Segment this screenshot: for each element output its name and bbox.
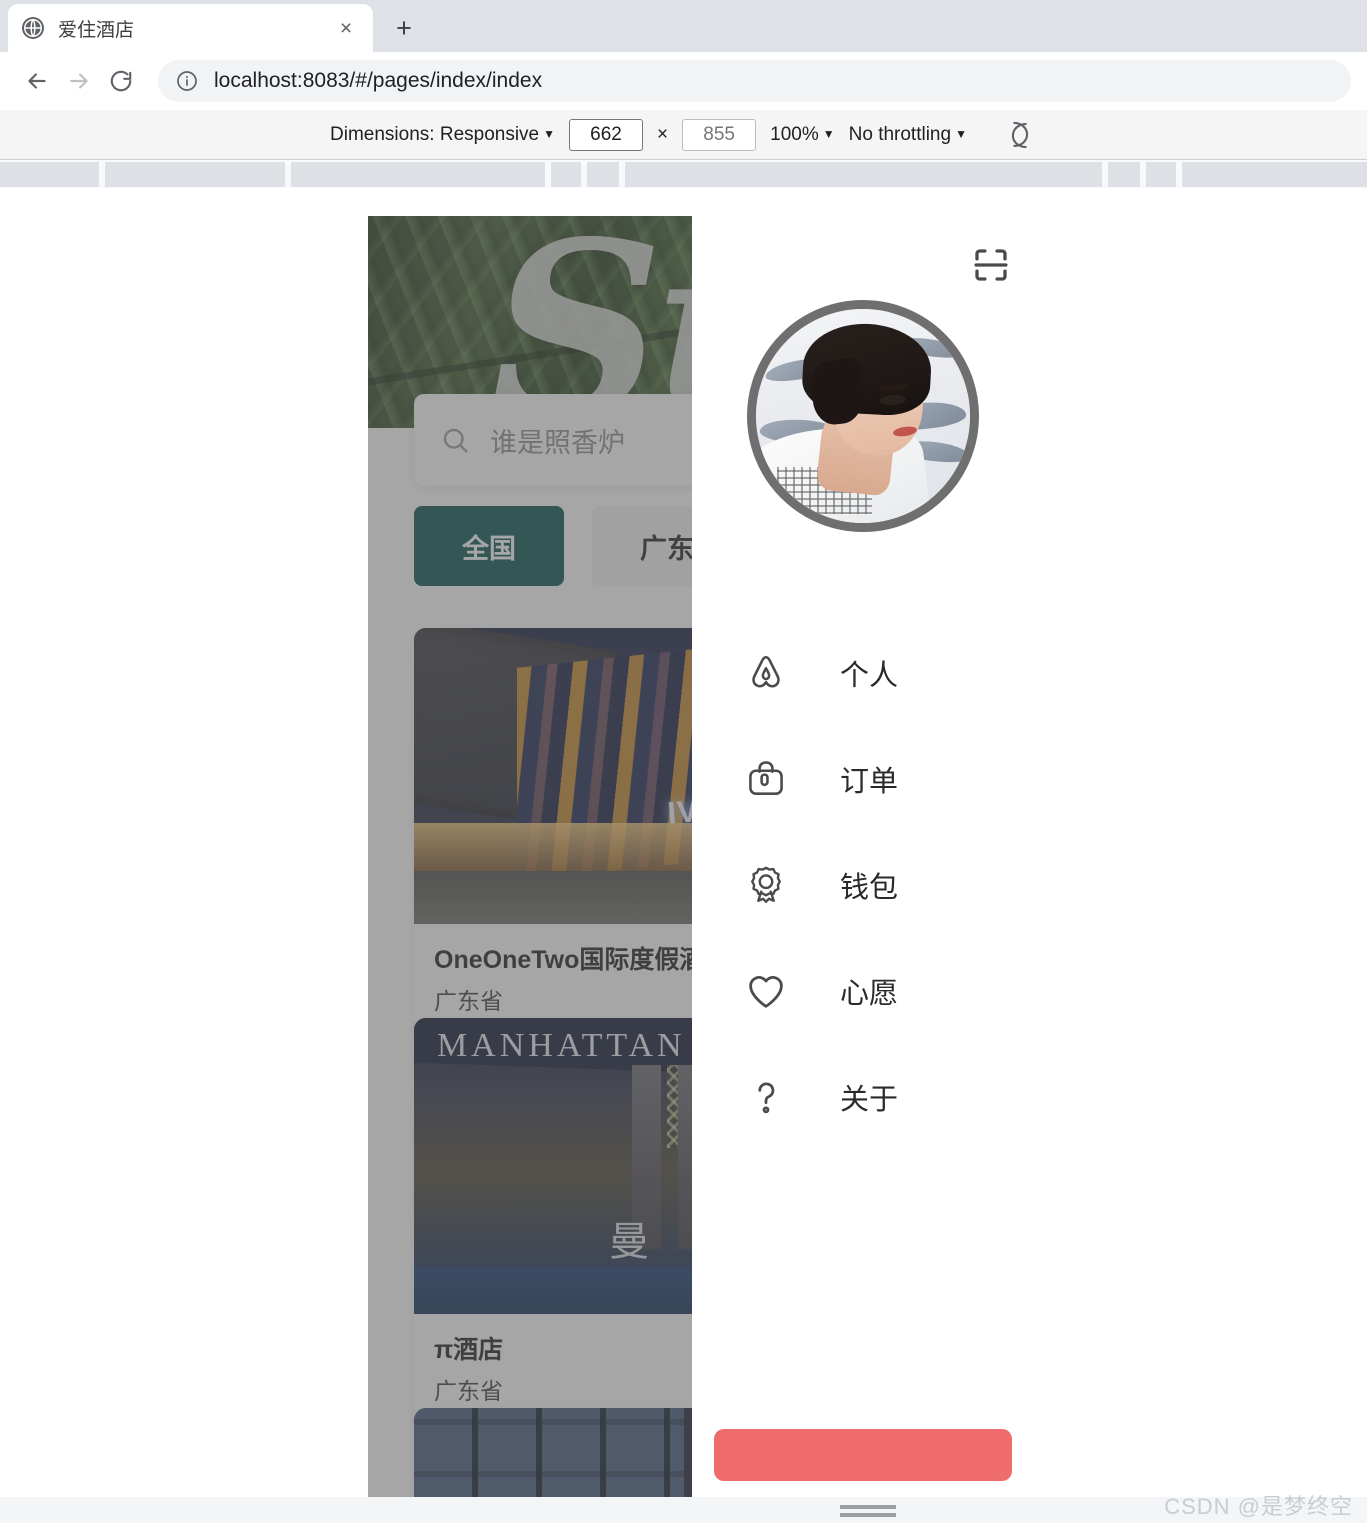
dimensions-label: Dimensions: Responsive <box>330 123 540 145</box>
zoom-level: 100% <box>770 123 819 145</box>
watermark: CSDN @是梦终空 <box>1164 1494 1353 1519</box>
briefcase-order-icon <box>744 757 788 801</box>
rotate-device-icon[interactable] <box>1003 118 1037 152</box>
hotel-photo-signtext: MANHATTAN <box>436 1026 686 1064</box>
device-home-bar: CSDN @是梦终空 <box>0 1494 1367 1523</box>
chevron-down-icon: ▼ <box>955 126 967 141</box>
close-icon[interactable]: × <box>333 15 359 41</box>
new-tab-button[interactable]: + <box>385 10 423 46</box>
medal-wallet-icon <box>744 863 788 907</box>
throttling-dropdown[interactable]: No throttling ▼ <box>849 124 967 146</box>
filter-chip-nationwide[interactable]: 全国 <box>414 506 564 586</box>
home-indicator[interactable] <box>840 1505 896 1517</box>
belo-person-icon <box>744 651 788 695</box>
user-avatar[interactable] <box>747 300 979 532</box>
globe-icon <box>22 17 44 39</box>
forward-icon[interactable] <box>58 60 100 102</box>
heart-wishlist-icon <box>744 969 788 1013</box>
throttling-label: No throttling <box>848 123 952 145</box>
menu-label: 订单 <box>840 766 899 798</box>
url-text: localhost:8083/#/pages/index/index <box>214 69 543 92</box>
browser-chrome: 爱住酒店 × + localhost:8083/#/pages/index/in… <box>0 0 1367 110</box>
info-icon[interactable] <box>174 68 200 94</box>
search-placeholder: 谁是照香炉 <box>490 427 625 458</box>
viewport-height-input[interactable] <box>682 118 757 151</box>
back-icon[interactable] <box>16 60 58 102</box>
tab-title: 爱住酒店 <box>58 19 135 41</box>
menu-label: 钱包 <box>840 872 899 904</box>
tab-strip: 爱住酒店 × + <box>0 0 1367 52</box>
menu-item-about[interactable]: 关于 <box>692 1044 1034 1150</box>
search-icon <box>440 425 470 455</box>
devtools-canvas-left <box>0 188 368 1497</box>
browser-toolbar: localhost:8083/#/pages/index/index <box>0 52 1367 110</box>
drawer-menu: 个人 订单 钱包 心愿 关于 <box>692 620 1034 1150</box>
profile-drawer: 个人 订单 钱包 心愿 关于 <box>692 216 1034 1497</box>
menu-item-wishlist[interactable]: 心愿 <box>692 938 1034 1044</box>
dimensions-dropdown[interactable]: Dimensions: Responsive ▼ <box>330 124 555 146</box>
dimension-separator: × <box>657 123 669 145</box>
zoom-dropdown[interactable]: 100% ▼ <box>770 124 835 146</box>
avatar-photo <box>756 309 970 523</box>
menu-label: 心愿 <box>840 978 899 1010</box>
chevron-down-icon: ▼ <box>543 126 556 141</box>
device-viewport: Su 谁是照香炉 全国 广东 IVGO CitiGO HOTEL <box>368 216 1034 1497</box>
address-bar[interactable]: localhost:8083/#/pages/index/index <box>158 60 1351 102</box>
devtools-device-toolbar: Dimensions: Responsive▼ × 100%▼ No throt… <box>0 110 1367 160</box>
scan-code-icon[interactable] <box>970 244 1012 286</box>
reload-icon[interactable] <box>100 60 142 102</box>
browser-tab[interactable]: 爱住酒店 × <box>8 4 373 52</box>
devtools-ruler <box>0 160 1367 188</box>
menu-label: 个人 <box>840 660 899 692</box>
viewport-width-input[interactable] <box>569 118 644 151</box>
menu-item-orders[interactable]: 订单 <box>692 726 1034 832</box>
chevron-down-icon: ▼ <box>822 126 835 141</box>
drawer-cta-button[interactable] <box>714 1429 1012 1481</box>
menu-item-personal[interactable]: 个人 <box>692 620 1034 726</box>
menu-item-wallet[interactable]: 钱包 <box>692 832 1034 938</box>
menu-label: 关于 <box>840 1084 899 1116</box>
question-about-icon <box>744 1075 788 1119</box>
devtools-canvas-right <box>1034 188 1367 1497</box>
